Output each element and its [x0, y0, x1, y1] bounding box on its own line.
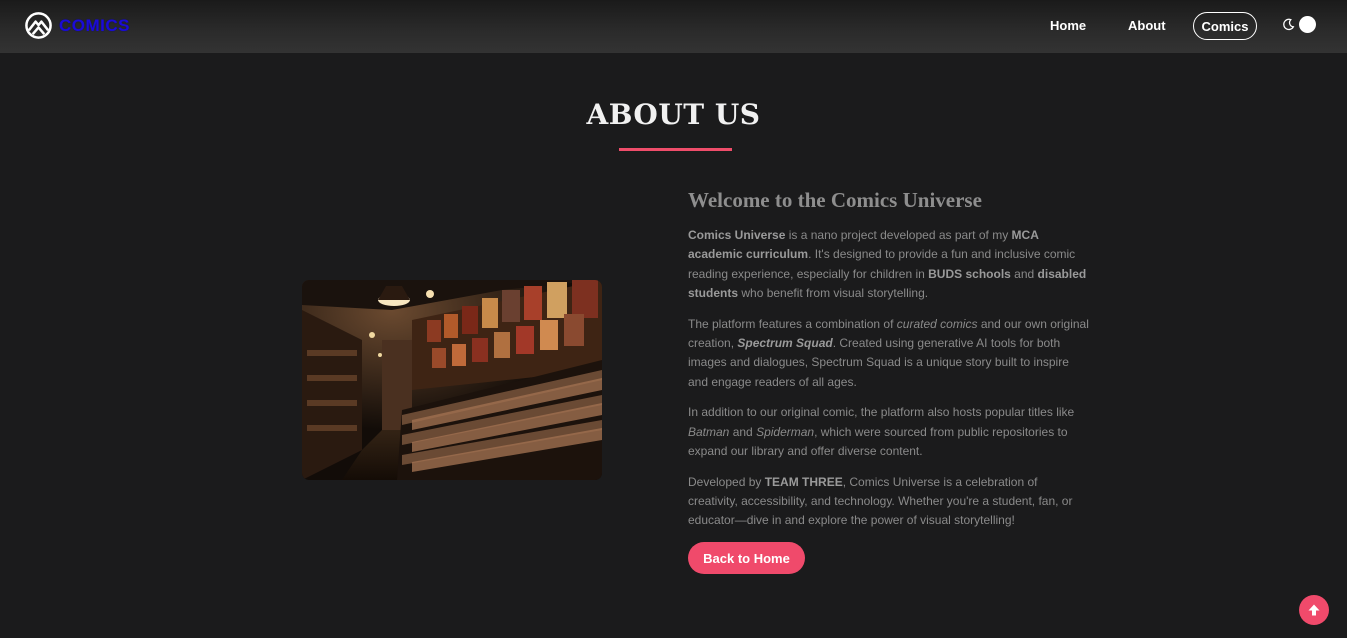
about-heading: Welcome to the Comics Universe: [688, 188, 982, 212]
title-underline: [619, 148, 732, 151]
navbar: COMICS Home About Comics: [0, 0, 1347, 53]
mountain-logo-icon: [25, 12, 52, 39]
about-paragraph-3: In addition to our original comic, the p…: [688, 405, 1075, 458]
nav-link-comics[interactable]: Comics: [1193, 12, 1257, 40]
arrow-up-icon: [1308, 604, 1320, 616]
moon-icon: [1283, 18, 1295, 31]
scroll-to-top-button[interactable]: [1299, 595, 1329, 625]
toggle-knob: [1299, 16, 1316, 33]
about-paragraph-2: The platform features a combination of c…: [688, 316, 1089, 389]
back-to-home-button[interactable]: Back to Home: [688, 542, 805, 574]
about-content: Welcome to the Comics Universe Comics Un…: [688, 188, 1090, 542]
nav-link-home[interactable]: Home: [1050, 18, 1086, 33]
brand-name: COMICS: [59, 15, 130, 35]
theme-toggle[interactable]: [1282, 16, 1316, 33]
about-paragraph-4: Developed by TEAM THREE, Comics Universe…: [688, 474, 1073, 528]
nav-link-about[interactable]: About: [1128, 18, 1166, 33]
page-title: ABOUT US: [586, 98, 761, 131]
comic-store-photo: [302, 280, 602, 480]
about-paragraph-1: Comics Universe is a nano project develo…: [688, 228, 1087, 300]
brand[interactable]: COMICS: [24, 11, 130, 40]
